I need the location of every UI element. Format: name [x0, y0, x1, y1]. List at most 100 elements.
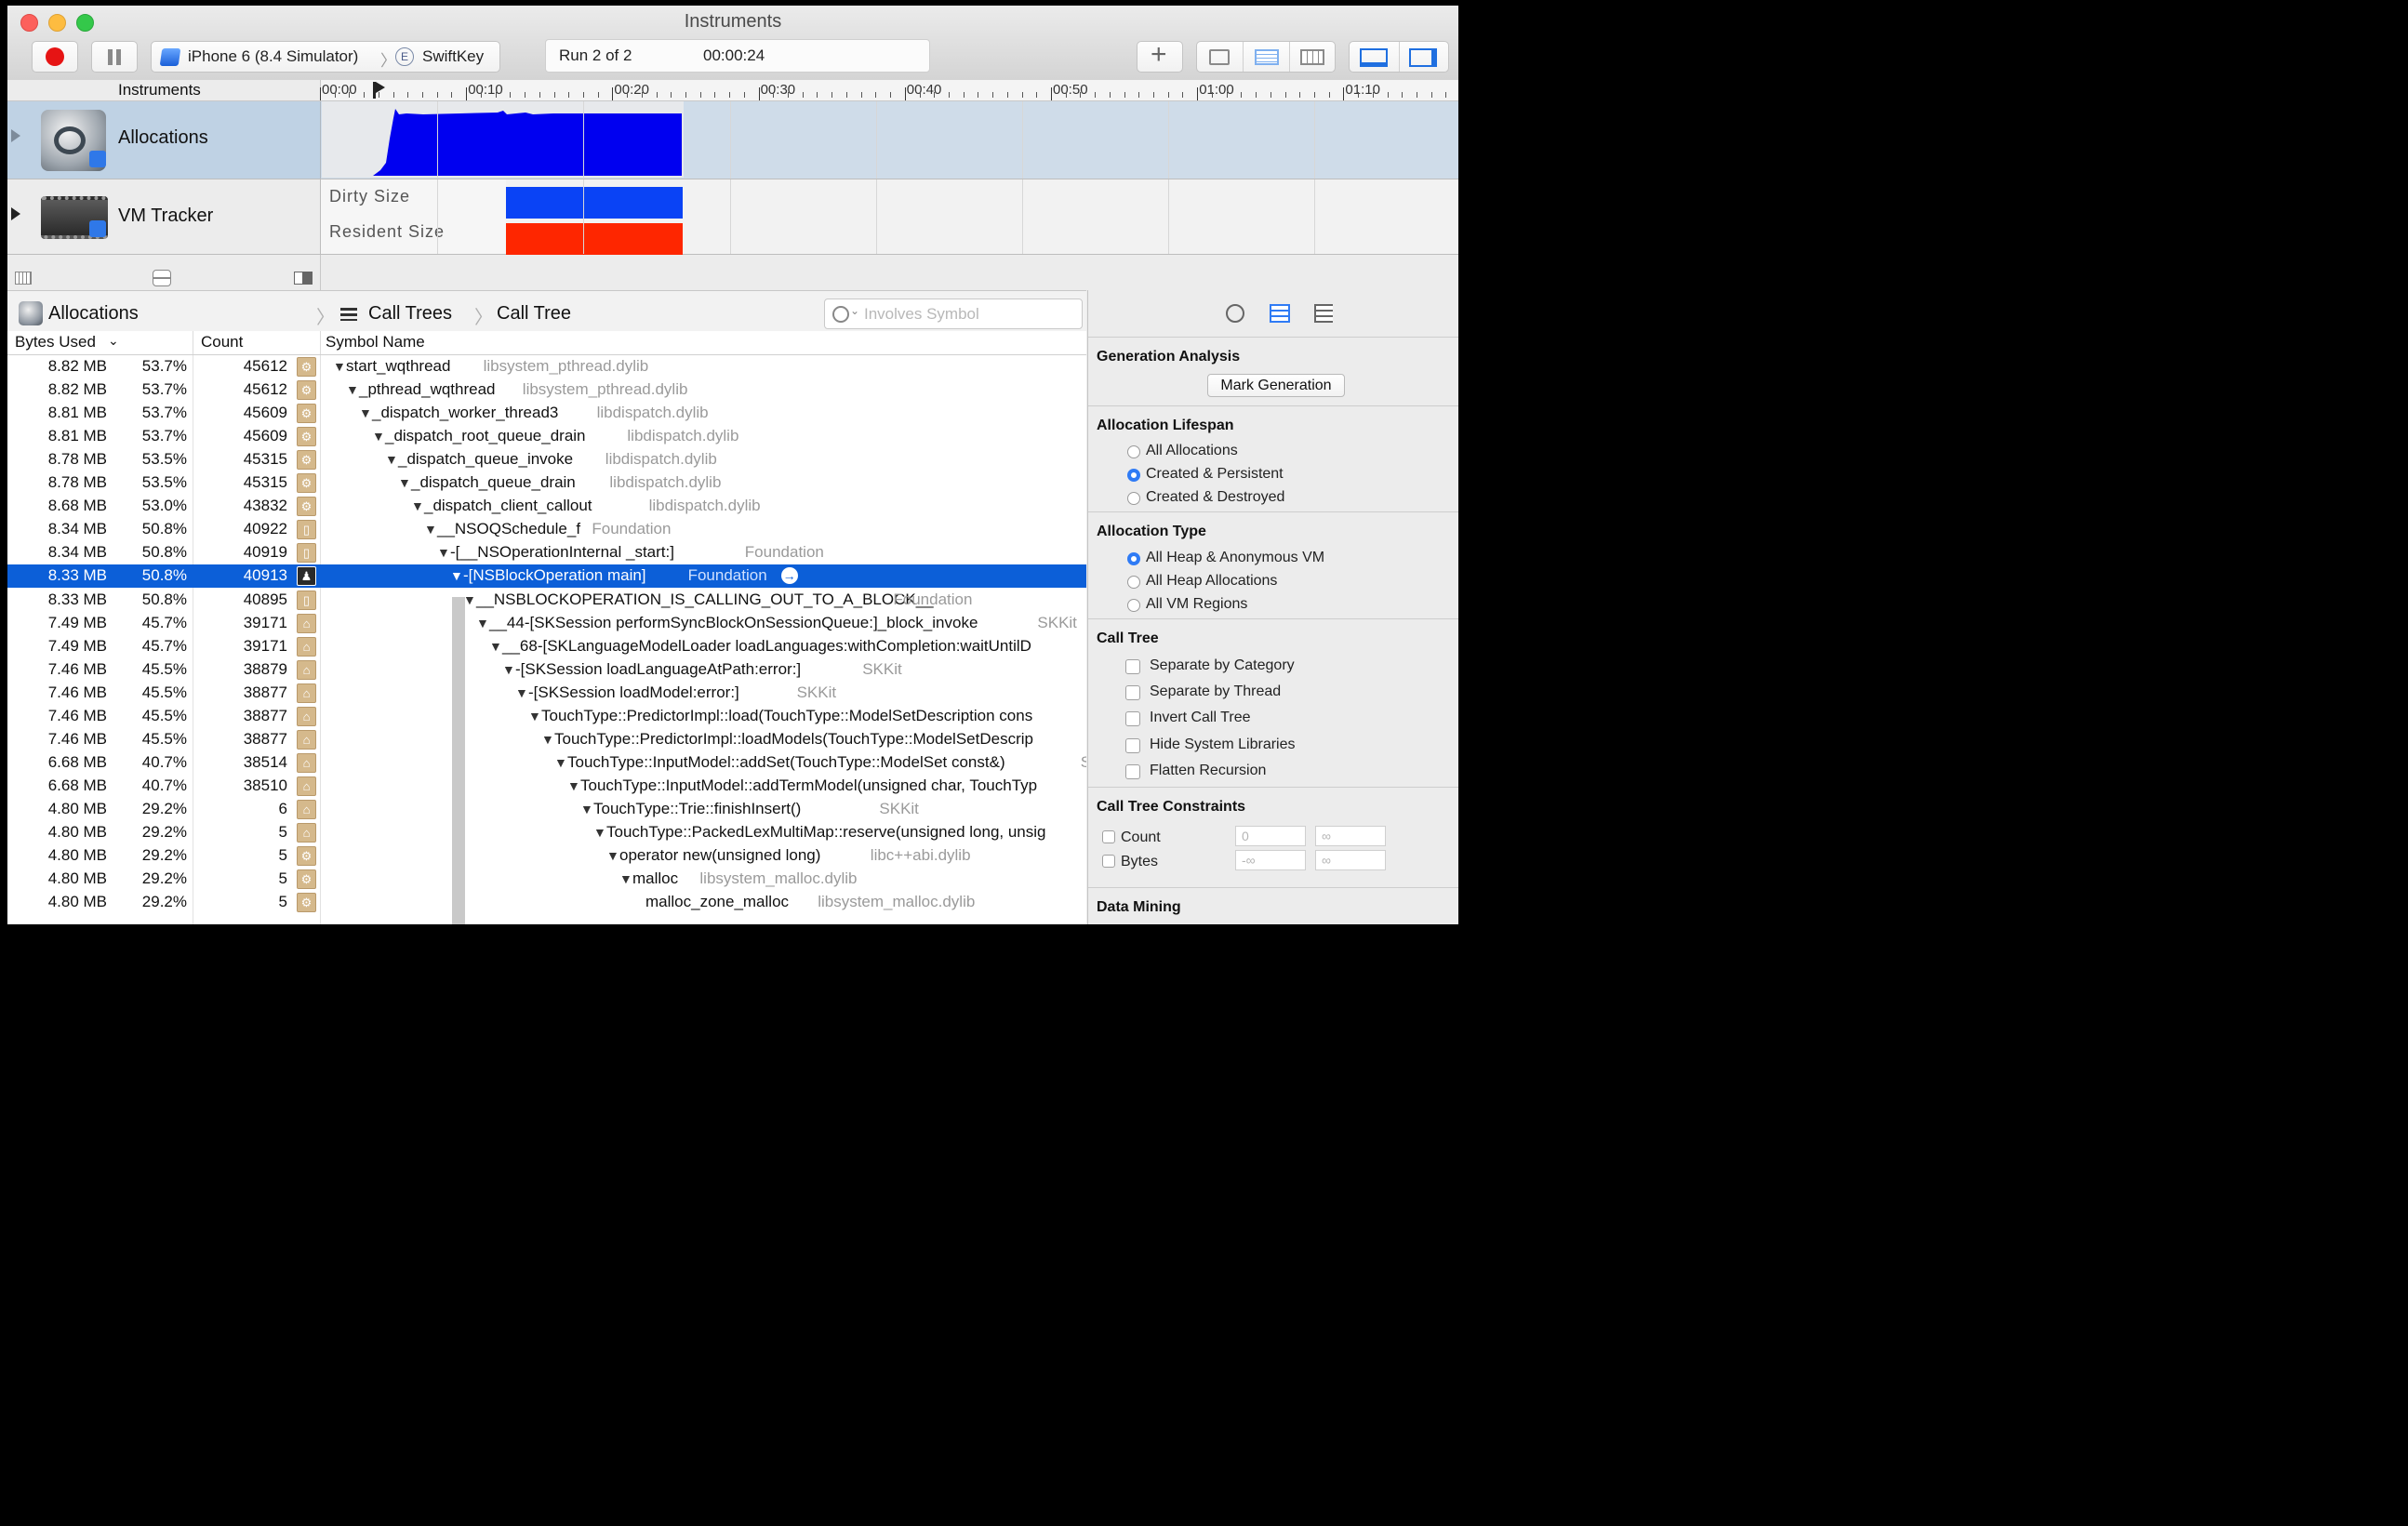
record-settings-icon[interactable] [1226, 304, 1244, 323]
settings-chip-icon[interactable] [1209, 49, 1230, 65]
track-height-icon[interactable] [153, 270, 171, 286]
bytes-constraint-checkbox[interactable] [1102, 855, 1115, 868]
call-tree-row[interactable]: 4.80 MB 29.2% 5 ⚙ ▼ operator new(unsigned lon… [7, 844, 1086, 868]
call-tree-option-label[interactable]: Invert Call Tree [1150, 710, 1250, 726]
call-tree-row[interactable]: 8.33 MB 50.8% 40913 ♟ ▼ -[NSBlockOperation ma… [7, 564, 1086, 589]
lifespan-option-label[interactable]: Created & Destroyed [1146, 489, 1284, 506]
lifespan-radio[interactable] [1127, 469, 1140, 482]
grid-view-icon[interactable] [1300, 49, 1324, 65]
call-tree-row[interactable]: 7.46 MB 45.5% 38879 ⌂ ▼ -[SKSession loadLangu… [7, 658, 1086, 682]
call-tree-row[interactable]: 8.82 MB 53.7% 45612 ⚙ ▼ start_wqthread libsyst… [7, 355, 1086, 378]
right-panel-icon[interactable] [1409, 48, 1437, 67]
snap-track-icon[interactable] [294, 272, 313, 285]
call-tree-option-checkbox[interactable] [1125, 711, 1140, 727]
column-bytes-used[interactable]: Bytes Used [15, 333, 96, 352]
target-label[interactable]: SwiftKey [422, 47, 484, 66]
lifespan-radio[interactable] [1127, 492, 1140, 505]
call-tree-row[interactable]: 7.49 MB 45.7% 39171 ⌂ ▼ __44-[SKSession perfo… [7, 612, 1086, 635]
go-to-source-arrow-icon[interactable]: → [780, 567, 798, 585]
timeline-ruler[interactable]: Instruments 00:00 00:10 00:20 00:30 00:40 00:… [7, 80, 1458, 101]
column-count[interactable]: Count [201, 333, 243, 352]
symbol-filter-field[interactable]: ⌄ Involves Symbol [824, 299, 1083, 329]
call-tree-row[interactable]: 8.78 MB 53.5% 45315 ⚙ ▼ _dispatch_queue_invok… [7, 448, 1086, 471]
call-tree-row[interactable]: 8.34 MB 50.8% 40919 ▯ ▼ -[__NSOperationIntern… [7, 541, 1086, 564]
chevron-down-icon[interactable]: ⌄ [850, 304, 859, 317]
disclosure-triangle-icon[interactable] [11, 207, 20, 220]
count-constraint-checkbox[interactable] [1102, 830, 1115, 843]
bytes-min-field[interactable]: -∞ [1235, 850, 1306, 870]
call-tree-row[interactable]: 8.81 MB 53.7% 45609 ⚙ ▼ _dispatch_worker_thre… [7, 402, 1086, 425]
call-tree-outline[interactable]: 8.82 MB 53.7% 45612 ⚙ ▼ start_wqthread libsyst… [7, 355, 1086, 924]
call-tree-option-label[interactable]: Separate by Category [1150, 657, 1295, 674]
call-tree-row[interactable]: 4.80 MB 29.2% 5 ⚙ ▼ malloc libsystem_malloc.dy… [7, 868, 1086, 891]
allocation-type-radio[interactable] [1127, 576, 1140, 589]
call-tree-option-label[interactable]: Separate by Thread [1150, 683, 1281, 700]
bytes-max-field[interactable]: ∞ [1315, 850, 1386, 870]
record-button[interactable] [32, 41, 78, 73]
call-tree-row[interactable]: 4.80 MB 29.2% 6 ⌂ ▼ TouchType::Trie::finishIn… [7, 798, 1086, 821]
library-name-cell: SKKit [862, 659, 902, 678]
allocation-type-option-label[interactable]: All VM Regions [1146, 596, 1247, 613]
list-view-icon[interactable] [1255, 49, 1279, 65]
call-tree-row[interactable]: 8.34 MB 50.8% 40922 ▯ ▼ __NSOQSchedule_f Found… [7, 518, 1086, 541]
jump-bar-view[interactable]: Call Trees [368, 303, 452, 325]
filter-icon[interactable] [832, 306, 849, 323]
disclosure-triangle-icon[interactable] [11, 129, 20, 142]
allocation-type-option-label[interactable]: All Heap Allocations [1146, 573, 1277, 590]
add-instrument-button[interactable]: + [1137, 39, 1183, 73]
call-tree-option-checkbox[interactable] [1125, 685, 1140, 701]
mark-generation-button[interactable]: Mark Generation [1207, 374, 1345, 397]
vm-tracker-graph[interactable]: Dirty Size Resident Size [320, 179, 1458, 255]
minor-tick [802, 92, 804, 98]
allocation-type-option-label[interactable]: All Heap & Anonymous VM [1146, 550, 1324, 566]
allocation-type-radio[interactable] [1127, 552, 1140, 565]
call-tree-row[interactable]: 8.82 MB 53.7% 45612 ⚙ ▼ _pthread_wqthread libs… [7, 378, 1086, 402]
column-symbol-name[interactable]: Symbol Name [326, 333, 425, 352]
panel-toggle-segmented[interactable] [1349, 41, 1449, 73]
vm-tracker-track[interactable]: VM Tracker Dirty Size Resident Size [7, 179, 1458, 255]
call-tree-option-label[interactable]: Hide System Libraries [1150, 736, 1296, 753]
library-icon: ⌂ [297, 706, 316, 726]
call-tree-option-label[interactable]: Flatten Recursion [1150, 763, 1266, 779]
bottom-panel-icon[interactable] [1360, 48, 1388, 67]
target-selector[interactable]: iPhone 6 (8.4 Simulator) 〉 E SwiftKey [151, 41, 500, 73]
lifespan-radio[interactable] [1127, 445, 1140, 458]
view-mode-segmented[interactable] [1196, 41, 1336, 73]
disclosure-triangle-icon: ▼ [385, 452, 398, 468]
call-tree-option-checkbox[interactable] [1125, 737, 1140, 753]
extended-detail-icon[interactable] [1314, 304, 1333, 323]
sort-descending-icon[interactable]: ⌄ [108, 333, 119, 349]
count-min-field[interactable]: 0 [1235, 826, 1306, 846]
count-max-field[interactable]: ∞ [1315, 826, 1386, 846]
library-icon: ⌂ [297, 729, 316, 750]
call-tree-row[interactable]: 7.46 MB 45.5% 38877 ⌂ ▼ TouchType::PredictorI… [7, 728, 1086, 751]
lifespan-option-label[interactable]: All Allocations [1146, 443, 1238, 459]
call-tree-row[interactable]: 6.68 MB 40.7% 38514 ⌂ ▼ TouchType::InputModel… [7, 751, 1086, 775]
call-tree-option-checkbox[interactable] [1125, 659, 1140, 674]
device-label[interactable]: iPhone 6 (8.4 Simulator) [188, 47, 358, 66]
display-settings-icon[interactable] [1270, 304, 1290, 323]
count-cell: 45612 [243, 380, 287, 399]
disclosure-triangle-icon: ▼ [593, 825, 606, 840]
call-tree-row[interactable]: 7.46 MB 45.5% 38877 ⌂ ▼ TouchType::PredictorI… [7, 705, 1086, 728]
minor-tick [1284, 92, 1286, 98]
call-tree-row[interactable]: 8.81 MB 53.7% 45609 ⚙ ▼ _dispatch_root_queue_… [7, 425, 1086, 448]
jump-bar-subview[interactable]: Call Tree [497, 303, 571, 325]
pause-button[interactable] [91, 41, 138, 73]
call-tree-row[interactable]: 8.68 MB 53.0% 43832 ⚙ ▼ _dispatch_client_call… [7, 495, 1086, 518]
call-tree-option-checkbox[interactable] [1125, 763, 1140, 779]
call-tree-row[interactable]: 4.80 MB 29.2% 5 ⚙ malloc_zone_malloc libsyste… [7, 891, 1086, 914]
graph-style-icon[interactable] [15, 272, 32, 285]
allocations-track[interactable]: Allocations [7, 101, 1458, 179]
lifespan-option-label[interactable]: Created & Persistent [1146, 466, 1284, 483]
call-tree-row[interactable]: 6.68 MB 40.7% 38510 ⌂ ▼ TouchType::InputModel… [7, 775, 1086, 798]
call-tree-row[interactable]: 8.78 MB 53.5% 45315 ⚙ ▼ _dispatch_queue_drain… [7, 471, 1086, 495]
allocation-type-radio[interactable] [1127, 599, 1140, 612]
call-tree-row[interactable]: 7.49 MB 45.7% 39171 ⌂ ▼ __68-[SKLanguageModel… [7, 635, 1086, 658]
allocations-graph[interactable] [320, 101, 1458, 179]
jump-bar-instrument[interactable]: Allocations [48, 303, 139, 325]
call-tree-row[interactable]: 7.46 MB 45.5% 38877 ⌂ ▼ -[SKSession loadModel… [7, 682, 1086, 705]
call-tree-row[interactable]: 8.33 MB 50.8% 40895 ▯ ▼ __NSBLOCKOPERATION_IS… [7, 589, 1086, 612]
call-tree-row[interactable]: 4.80 MB 29.2% 5 ⌂ ▼ TouchType::PackedLexMulti… [7, 821, 1086, 844]
record-icon [46, 47, 64, 66]
